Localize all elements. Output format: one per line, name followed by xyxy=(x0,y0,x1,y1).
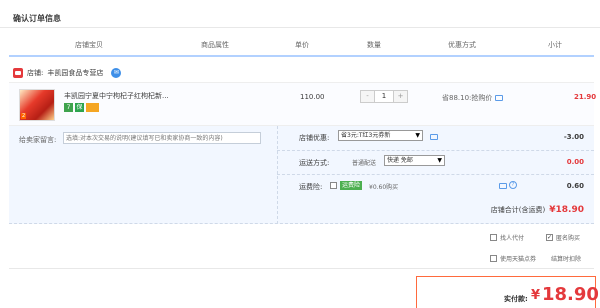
insurance-label: 运费险: xyxy=(299,183,323,191)
payment-amount: 18.90 xyxy=(542,284,599,305)
payment-label: 实付款: xyxy=(504,295,528,303)
shipping-row: 运送方式: 普通配送 快递 免邮 ▼ 0.00 xyxy=(277,150,594,174)
insurance-amount: 0.60 xyxy=(566,182,584,190)
shop-discount-row: 店铺优惠: 省3元:T红3元券新 ▼ -3.00 xyxy=(277,126,594,150)
comment-icon[interactable] xyxy=(430,134,438,140)
item-subtotal: 21.90 xyxy=(574,93,597,101)
shop-discount-selected: 省3元:T红3元券新 xyxy=(341,132,391,139)
shipping-amount: 0.00 xyxy=(566,158,584,166)
order-options-panel: 给卖家留言: 店铺优惠: 省3元:T红3元券新 ▼ -3.00 运送方式: 普通… xyxy=(9,126,594,224)
proxy-pay-option: 找人代付 xyxy=(490,233,524,242)
store-total-label: 店铺合计(含运费) xyxy=(490,206,546,214)
tmall-points-label: 使用天猫点券 xyxy=(500,256,537,263)
seller-message-label: 给卖家留言: xyxy=(19,136,57,144)
shop-discount-amount: -3.00 xyxy=(563,133,584,141)
page-title: 确认订单信息 xyxy=(13,14,61,23)
product-title-link[interactable]: 丰凯园宁夏中宁枸杞子红枸杞新... xyxy=(64,91,169,101)
col-discount: 优惠方式 xyxy=(448,41,476,49)
chat-icon[interactable]: ✉ xyxy=(111,68,122,78)
service-tags: 7 保 xyxy=(64,103,99,112)
shop-discount-label: 店铺优惠: xyxy=(299,134,330,142)
thumb-badge: 2 xyxy=(21,113,27,119)
insurance-checkbox[interactable] xyxy=(330,182,337,189)
divider xyxy=(9,268,594,269)
chevron-down-icon: ▼ xyxy=(415,132,420,139)
store-total: 店铺合计(含运费) ¥18.90 xyxy=(491,205,584,215)
insurance-tag: 运费险 xyxy=(340,181,363,190)
proxy-pay-checkbox[interactable] xyxy=(490,234,497,241)
anonymous-checkbox[interactable] xyxy=(546,234,553,241)
order-item-row: 2 丰凯园宁夏中宁枸杞子红枸杞新... 7 保 110.00 - 1 + 省88… xyxy=(9,82,597,126)
store-total-value: ¥18.90 xyxy=(549,205,584,215)
payment-summary: 实付款: ¥ 18.90 xyxy=(416,276,599,308)
shipping-method: 普通配送 xyxy=(352,160,377,167)
quantity-input[interactable]: 1 xyxy=(374,91,394,102)
tmall-points-checkbox[interactable] xyxy=(490,255,497,262)
shop-header: 店铺: 丰凯园食品专营店 ✉ xyxy=(13,68,122,78)
promotion-info: 省88.10:抢购价 xyxy=(442,93,504,103)
tmall-points-option: 使用天猫点券 xyxy=(490,254,536,263)
shipping-selected: 快递 免邮 xyxy=(387,157,413,164)
shop-discount-select[interactable]: 省3元:T红3元券新 ▼ xyxy=(338,130,423,141)
col-quantity: 数量 xyxy=(367,41,381,49)
shipping-select[interactable]: 快递 免邮 ▼ xyxy=(384,155,445,166)
insurance-price: ¥0.60购买 xyxy=(369,184,399,191)
seven-day-return-icon[interactable]: 7 xyxy=(64,103,73,112)
comment-icon[interactable] xyxy=(495,95,504,101)
col-store-item: 店铺宝贝 xyxy=(75,41,103,49)
help-icon[interactable]: ? xyxy=(509,181,517,189)
anonymous-option: 匿名购买 xyxy=(546,233,580,242)
promo-badge-icon[interactable] xyxy=(86,103,99,112)
header-underline xyxy=(9,55,594,57)
shop-name-link[interactable]: 丰凯园食品专营店 xyxy=(47,68,103,78)
payment-currency: ¥ xyxy=(531,288,541,303)
comment-icon[interactable] xyxy=(499,183,507,189)
quantity-stepper: - 1 + xyxy=(360,90,408,103)
column-header: 店铺宝贝 商品属性 单价 数量 优惠方式 小计 xyxy=(0,40,600,52)
points-note-text: 结算时扣除 xyxy=(551,256,582,263)
col-price: 单价 xyxy=(295,41,309,49)
decrease-quantity-button[interactable]: - xyxy=(361,91,374,102)
shop-icon xyxy=(13,68,23,78)
col-attributes: 商品属性 xyxy=(201,41,229,49)
insurance-row: 运费险: 运费险 ¥0.60购买 ? 0.60 xyxy=(277,174,594,198)
guarantee-icon[interactable]: 保 xyxy=(75,103,84,112)
promotion-text: 省88.10:抢购价 xyxy=(442,94,493,102)
anonymous-label: 匿名购买 xyxy=(556,235,581,242)
shop-label: 店铺: xyxy=(27,69,44,77)
proxy-pay-label: 找人代付 xyxy=(500,235,525,242)
divider xyxy=(0,27,600,28)
points-note: 结算时扣除 xyxy=(551,254,581,263)
product-thumbnail[interactable]: 2 xyxy=(19,89,55,121)
shipping-label: 运送方式: xyxy=(299,159,330,167)
increase-quantity-button[interactable]: + xyxy=(394,91,407,102)
col-subtotal: 小计 xyxy=(548,41,562,49)
unit-price: 110.00 xyxy=(300,93,325,101)
seller-message-input[interactable] xyxy=(63,132,261,144)
chevron-down-icon: ▼ xyxy=(437,157,442,164)
